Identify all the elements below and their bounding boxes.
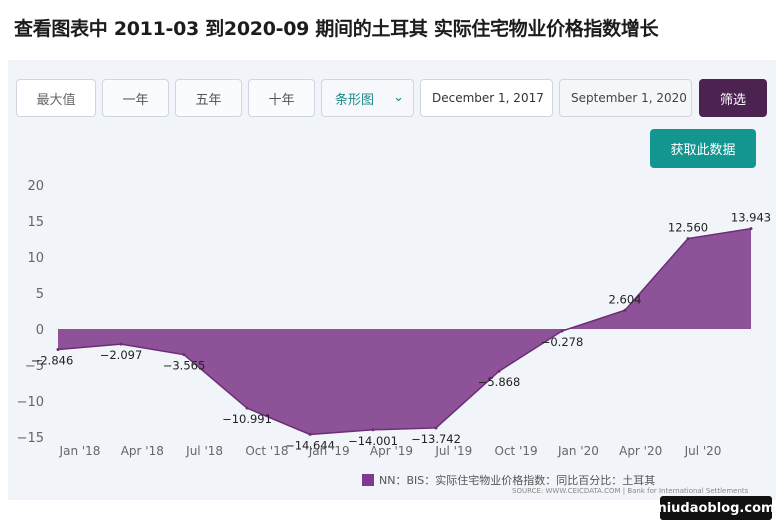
data-label: −2.097 [100, 348, 143, 362]
x-tick-label: Jul '20 [684, 444, 722, 458]
x-tick-label: Jan '20 [557, 444, 599, 458]
data-point [749, 227, 753, 231]
watermark: niudaoblog.com [657, 496, 775, 520]
data-label: −10.991 [222, 412, 272, 426]
x-tick-label: Jan '18 [59, 444, 101, 458]
x-tick-label: Apr '18 [121, 444, 164, 458]
series-area [58, 228, 751, 435]
y-tick-label: 20 [27, 179, 44, 194]
y-tick-label: −10 [17, 395, 44, 410]
legend-swatch [362, 474, 374, 486]
data-label: 12.560 [668, 221, 708, 235]
legend-label: NN：BIS：实际住宅物业价格指数：同比百分比：土耳其 [379, 474, 656, 487]
x-tick-label: Oct '19 [495, 444, 538, 458]
data-point [686, 237, 690, 241]
data-point [497, 369, 501, 373]
data-point [56, 347, 60, 351]
x-tick-label: Apr '20 [619, 444, 662, 458]
x-tick-label: Jul '18 [185, 444, 223, 458]
data-label: −0.278 [541, 335, 584, 349]
data-label: −5.868 [478, 375, 521, 389]
data-point [308, 432, 312, 436]
legend[interactable]: NN：BIS：实际住宅物业价格指数：同比百分比：土耳其 [362, 472, 655, 488]
data-label: 2.604 [609, 292, 642, 306]
y-tick-label: 0 [36, 323, 44, 338]
data-point [560, 329, 564, 333]
x-tick-label: Jan '19 [308, 444, 350, 458]
area-chart: 20151050−5−10−15−2.846 −2.097−3.565−10.99… [17, 179, 772, 458]
x-tick-label: Jul '19 [434, 444, 472, 458]
data-point [434, 426, 438, 430]
data-point [623, 308, 627, 312]
source-note: SOURCE: WWW.CEICDATA.COM | Bank for Inte… [512, 487, 749, 495]
data-point [371, 428, 375, 432]
data-label: 13.943 [731, 211, 771, 225]
data-point [119, 342, 123, 346]
y-tick-label: 15 [27, 215, 44, 230]
data-label: −2.846 [31, 353, 74, 367]
data-label: −3.565 [163, 359, 206, 373]
x-tick-label: Oct '18 [245, 444, 288, 458]
y-tick-label: 10 [27, 251, 44, 266]
y-tick-label: −15 [17, 431, 44, 446]
x-tick-label: Apr '19 [370, 444, 413, 458]
data-point [245, 406, 249, 410]
y-tick-label: 5 [36, 287, 44, 302]
data-point [182, 353, 186, 357]
